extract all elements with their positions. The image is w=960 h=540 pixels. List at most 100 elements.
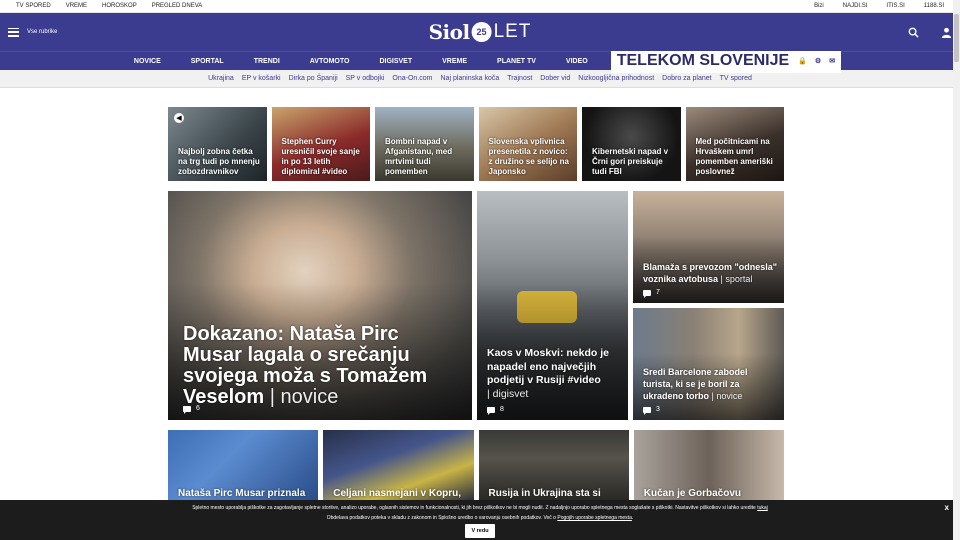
subnav-trajnost[interactable]: Trajnost xyxy=(507,75,532,82)
toplink-bizi[interactable]: Bizi xyxy=(814,3,824,9)
toplink-tv-spored[interactable]: TV SPORED xyxy=(16,3,51,9)
side-title-block[interactable]: Blamaža s prevozom "odnesla" voznika avt… xyxy=(643,261,778,285)
article-card[interactable]: Kibernetski napad v Črni gori preiskuje … xyxy=(582,107,681,181)
article-card[interactable]: Bombni napad v Afganistanu, med mrtvimi … xyxy=(375,107,474,181)
toplink-1188[interactable]: 1188.SI xyxy=(924,3,944,9)
subnav-ona-on[interactable]: Ona-On.com xyxy=(392,75,432,82)
terms-link[interactable]: Pogojih uporabe spletnega mesta xyxy=(557,515,632,521)
lock-icon[interactable]: 🔒 xyxy=(798,57,807,65)
article-title[interactable]: Bombni napad v Afganistanu, med mrtvimi … xyxy=(385,137,468,177)
comment-count[interactable]: 7 xyxy=(643,289,660,298)
scrollbar-thumb[interactable] xyxy=(954,14,959,62)
article-title[interactable]: Najbolj zobna četka na trg tudi po mnenj… xyxy=(178,147,261,177)
article-card[interactable]: Kučan je Gorbačovu povedal, xyxy=(633,430,784,500)
nav-avtomoto[interactable]: AVTOMOTO xyxy=(295,58,365,65)
user-icon[interactable] xyxy=(941,27,952,38)
side-articles: Blamaža s prevozom "odnesla" voznika avt… xyxy=(633,191,784,420)
siol-logo[interactable]: Siol 25 LET xyxy=(429,20,532,44)
article-card[interactable]: Stephen Curry uresničil svoje sanje in p… xyxy=(271,107,370,181)
nav-digisvet[interactable]: DIGISVET xyxy=(364,58,427,65)
article-title[interactable]: Blamaža s prevozom "odnesla" voznika avt… xyxy=(643,262,777,284)
hamburger-icon[interactable] xyxy=(8,27,19,37)
article-title[interactable]: Celjani nasmejani v Kopru, v xyxy=(333,488,467,500)
settings-icon[interactable]: ⚙ xyxy=(815,57,821,65)
category-label: | sportal xyxy=(720,274,753,284)
lead-article[interactable]: Dokazano: Nataša Pirc Musar lagala o sre… xyxy=(168,191,472,420)
article-title[interactable]: Rusija in Ukrajina sta si xyxy=(489,488,623,500)
article-title[interactable]: Slovenska vplivnica presenetila z novico… xyxy=(489,137,572,177)
news-grid: ◀ Najbolj zobna četka na trg tudi po mne… xyxy=(168,107,784,500)
article-title[interactable]: Kaos v Moskvi: nekdo je napadel eno najv… xyxy=(487,347,609,386)
subnav-planinska-koca[interactable]: Naj planinska koča xyxy=(441,75,500,82)
article-card[interactable]: Slovenska vplivnica presenetila z novico… xyxy=(478,107,577,181)
nav-vreme[interactable]: VREME xyxy=(427,58,482,65)
article-card[interactable]: Blamaža s prevozom "odnesla" voznika avt… xyxy=(633,191,784,303)
play-icon[interactable]: ◀ xyxy=(174,113,184,123)
article-card[interactable]: Rusija in Ukrajina sta si xyxy=(478,430,629,500)
top-utility-bar: TV SPORED VREME HOROSKOP PREGLED DNEVA B… xyxy=(0,0,960,13)
main-nav: NOVICE SPORTAL TRENDI AVTOMOTO DIGISVET … xyxy=(0,49,960,73)
lead-title-block[interactable]: Dokazano: Nataša Pirc Musar lagala o sre… xyxy=(183,324,462,408)
category-label: | novice xyxy=(269,386,339,408)
site-header: Vse rubrike Siol 25 LET xyxy=(0,13,960,51)
comment-number: 3 xyxy=(656,406,660,413)
article-card[interactable]: Celjani nasmejani v Kopru, v xyxy=(323,430,474,500)
featured-article[interactable]: Kaos v Moskvi: nekdo je napadel eno najv… xyxy=(477,191,628,420)
subnav-ep-kosarka[interactable]: EP v košarki xyxy=(242,75,281,82)
toplink-pregled-dneva[interactable]: PREGLED DNEVA xyxy=(152,3,203,9)
menu-label[interactable]: Vse rubrike xyxy=(27,29,57,35)
side-title-block[interactable]: Sredi Barcelone zabodel turista, ki se j… xyxy=(643,366,778,402)
cookie-banner: Spletno mesto uporablja piškotke za zago… xyxy=(0,500,960,540)
mail-icon[interactable]: ✉ xyxy=(829,57,835,65)
close-icon[interactable]: x xyxy=(945,503,949,513)
logo-badge: 25 xyxy=(471,22,492,42)
toplink-itis[interactable]: ITIS.SI xyxy=(886,3,904,9)
comment-icon xyxy=(643,289,651,298)
category-label: | novice xyxy=(711,391,743,401)
subnav-dirka-spanija[interactable]: Dirka po Španiji xyxy=(289,75,338,82)
cookie-accept-button[interactable]: V redu xyxy=(465,524,495,538)
search-icon[interactable] xyxy=(908,27,919,38)
top-links-right: Bizi NAJDI.SI ITIS.SI 1188.SI xyxy=(814,3,944,9)
nav-video[interactable]: VIDEO xyxy=(551,58,603,65)
scrollbar[interactable] xyxy=(953,0,960,540)
cookie-settings-link[interactable]: tukaj xyxy=(757,505,768,511)
nav-sportal[interactable]: SPORTAL xyxy=(176,58,239,65)
toplink-horoskop[interactable]: HOROSKOP xyxy=(102,3,137,9)
nav-novice[interactable]: NOVICE xyxy=(119,58,176,65)
article-title[interactable]: Nataša Pirc Musar priznala xyxy=(178,488,312,500)
comment-icon xyxy=(487,406,495,415)
featured-title-block[interactable]: Kaos v Moskvi: nekdo je napadel eno najv… xyxy=(487,347,622,401)
telekom-slovenije-tab[interactable]: TELEKOM SLOVENIJE 🔒 ⚙ ✉ xyxy=(610,49,842,73)
nav-trendi[interactable]: TRENDI xyxy=(239,58,295,65)
comment-count[interactable]: 6 xyxy=(183,405,200,414)
nav-planet-tv[interactable]: PLANET TV xyxy=(482,58,551,65)
article-title[interactable]: Kibernetski napad v Črni gori preiskuje … xyxy=(592,147,675,177)
article-card[interactable]: Med počitnicami na Hrvaškem umrl pomembe… xyxy=(685,107,784,181)
article-title[interactable]: Med počitnicami na Hrvaškem umrl pomembe… xyxy=(696,137,779,177)
subnav-sp-odbojka[interactable]: SP v odbojki xyxy=(346,75,385,82)
article-card[interactable]: Nataša Pirc Musar priznala xyxy=(168,430,319,500)
article-card[interactable]: ◀ Najbolj zobna četka na trg tudi po mne… xyxy=(168,107,267,181)
cookie-text-line1: Spletno mesto uporablja piškotke za zago… xyxy=(192,505,768,511)
comment-count[interactable]: 3 xyxy=(643,406,660,415)
logo-word: Siol xyxy=(428,20,470,44)
subnav-ukrajina[interactable]: Ukrajina xyxy=(208,75,234,82)
telekom-label[interactable]: TELEKOM SLOVENIJE xyxy=(617,52,789,70)
article-card[interactable]: Sredi Barcelone zabodel turista, ki se j… xyxy=(633,308,784,420)
subnav-tv-spored[interactable]: TV spored xyxy=(720,75,752,82)
comment-count[interactable]: 8 xyxy=(487,406,504,415)
subnav-dobro-za-planet[interactable]: Dobro za planet xyxy=(662,75,711,82)
top-thumb-row: ◀ Najbolj zobna četka na trg tudi po mne… xyxy=(168,107,784,181)
article-title[interactable]: Stephen Curry uresničil svoje sanje in p… xyxy=(282,137,365,177)
toplink-najdi[interactable]: NAJDI.SI xyxy=(843,3,868,9)
toplink-vreme[interactable]: VREME xyxy=(66,3,87,9)
secondary-row: Nataša Pirc Musar priznala Celjani nasme… xyxy=(168,430,784,500)
article-title[interactable]: Kučan je Gorbačovu povedal, xyxy=(644,488,778,500)
telekom-icons: 🔒 ⚙ ✉ xyxy=(798,57,835,65)
comment-icon xyxy=(183,405,191,414)
menu-toggle[interactable]: Vse rubrike xyxy=(8,27,57,37)
subnav-nizkoogljicna[interactable]: Nizkoogljična prihodnost xyxy=(578,75,654,82)
subnav-dober-vid[interactable]: Dober vid xyxy=(540,75,570,82)
top-links-left: TV SPORED VREME HOROSKOP PREGLED DNEVA xyxy=(16,3,202,9)
